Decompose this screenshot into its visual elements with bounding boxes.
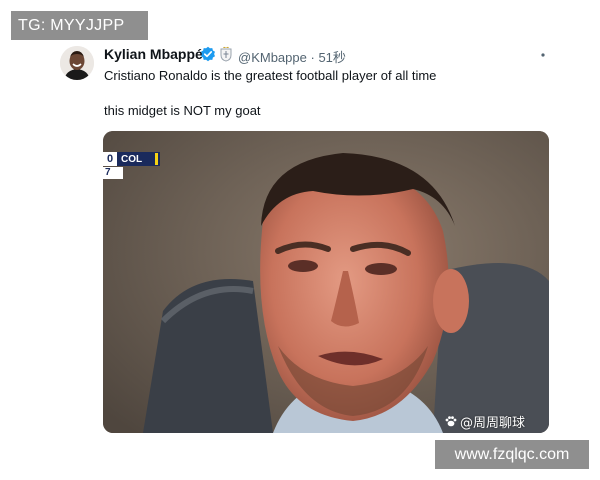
watermark-bottom-right: www.fzqlqc.com — [435, 440, 589, 469]
timestamp[interactable]: 51秒 — [318, 50, 345, 65]
separator: · — [310, 50, 315, 65]
verified-badge-icon — [201, 46, 215, 62]
media-credit: @周周聊球 — [444, 412, 526, 431]
scorebug-score: 0 — [103, 152, 117, 166]
author-name[interactable]: Kylian Mbappé — [104, 46, 203, 62]
scorebug-card-bar — [155, 153, 158, 165]
avatar[interactable] — [60, 46, 94, 80]
scorebug-team: COL — [121, 153, 143, 165]
media-photo — [103, 131, 549, 433]
handle-and-time: @KMbappe · 51秒 — [238, 47, 346, 66]
scorebug-sub-value: 7 — [103, 167, 123, 179]
tweet-text-line-2: this midget is NOT my goat — [104, 103, 261, 118]
club-badge-icon — [220, 46, 232, 62]
more-options-icon[interactable] — [539, 51, 547, 59]
handle[interactable]: @KMbappe — [238, 50, 307, 65]
media-credit-text: @周周聊球 — [460, 415, 526, 431]
scorebug-team-row: 0 COL — [103, 152, 160, 166]
scorebug: 0 COL 7 — [103, 150, 160, 180]
tweet-card: Kylian Mbappé @KMbappe · 51秒 Cristiano R… — [0, 0, 600, 480]
tweet-text-line-1: Cristiano Ronaldo is the greatest footba… — [104, 68, 437, 83]
paw-icon — [445, 416, 457, 427]
tweet-media-image[interactable] — [103, 131, 549, 433]
